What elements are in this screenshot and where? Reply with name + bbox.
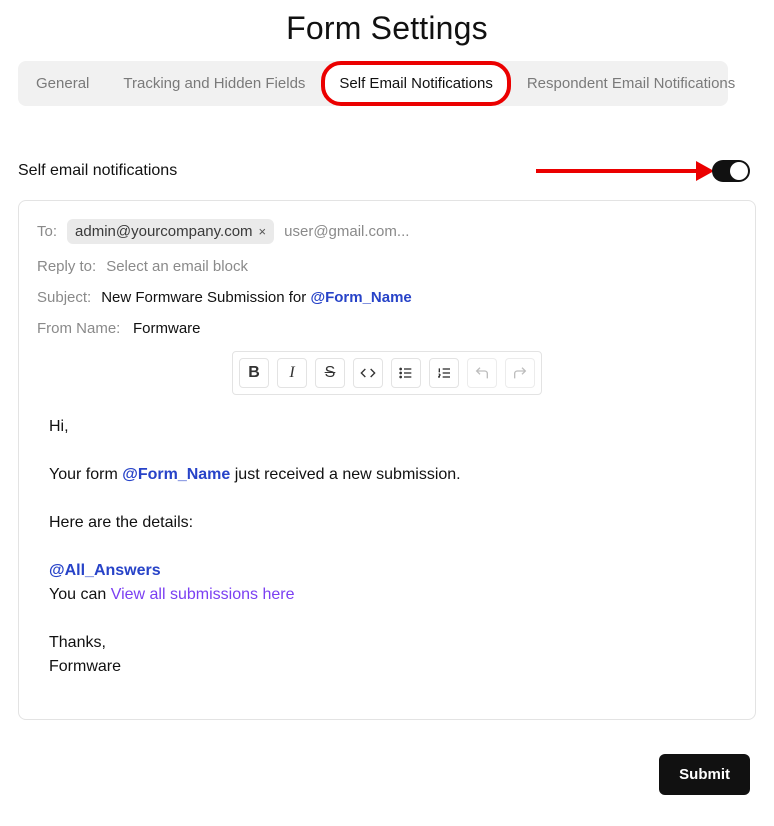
to-chip-remove-icon[interactable]: × xyxy=(259,224,267,239)
from-name-input[interactable]: Formware xyxy=(133,320,201,337)
view-submissions-link[interactable]: View all submissions here xyxy=(111,586,295,603)
reply-to-label: Reply to: xyxy=(37,258,96,275)
all-answers-variable: @All_Answers xyxy=(49,562,161,579)
body-greeting: Hi, xyxy=(49,415,725,439)
email-body-editor[interactable]: Hi, Your form @Form_Name just received a… xyxy=(37,415,737,679)
to-chip[interactable]: admin@yourcompany.com × xyxy=(67,219,274,244)
body-line5: You can View all submissions here xyxy=(49,583,725,607)
tab-general[interactable]: General xyxy=(22,65,103,102)
tab-respondent-email[interactable]: Respondent Email Notifications xyxy=(513,65,749,102)
tabs-bar: General Tracking and Hidden Fields Self … xyxy=(18,61,728,106)
submit-button[interactable]: Submit xyxy=(659,754,750,795)
numbered-list-button[interactable] xyxy=(429,358,459,388)
form-name-variable: @Form_Name xyxy=(122,466,230,483)
annotation-arrow xyxy=(177,169,696,173)
code-button[interactable] xyxy=(353,358,383,388)
section-label: Self email notifications xyxy=(18,162,177,180)
tab-self-email-label: Self Email Notifications xyxy=(339,75,492,92)
subject-input[interactable]: New Formware Submission for @Form_Name xyxy=(101,289,412,306)
tab-tracking[interactable]: Tracking and Hidden Fields xyxy=(109,65,319,102)
subject-label: Subject: xyxy=(37,289,91,306)
from-name-label: From Name: xyxy=(37,320,123,337)
editor-toolbar: B I S xyxy=(232,351,542,395)
email-card: To: admin@yourcompany.com × user@gmail.c… xyxy=(18,200,756,720)
body-thanks: Thanks, xyxy=(49,631,725,655)
bullet-list-button[interactable] xyxy=(391,358,421,388)
body-line3: Here are the details: xyxy=(49,511,725,535)
reply-to-select[interactable]: Select an email block xyxy=(106,258,248,275)
body-line2: Your form @Form_Name just received a new… xyxy=(49,463,725,487)
strikethrough-button[interactable]: S xyxy=(315,358,345,388)
bold-button[interactable]: B xyxy=(239,358,269,388)
italic-button[interactable]: I xyxy=(277,358,307,388)
self-email-toggle[interactable] xyxy=(712,160,750,182)
body-signature: Formware xyxy=(49,655,725,679)
to-chip-text: admin@yourcompany.com xyxy=(75,223,253,240)
redo-button[interactable] xyxy=(505,358,535,388)
subject-prefix: New Formware Submission for xyxy=(101,289,310,306)
to-input[interactable]: user@gmail.com... xyxy=(284,223,409,240)
tab-self-email[interactable]: Self Email Notifications xyxy=(325,65,506,102)
subject-variable: @Form_Name xyxy=(310,289,411,306)
page-title: Form Settings xyxy=(18,10,756,47)
undo-button[interactable] xyxy=(467,358,497,388)
to-label: To: xyxy=(37,223,57,240)
